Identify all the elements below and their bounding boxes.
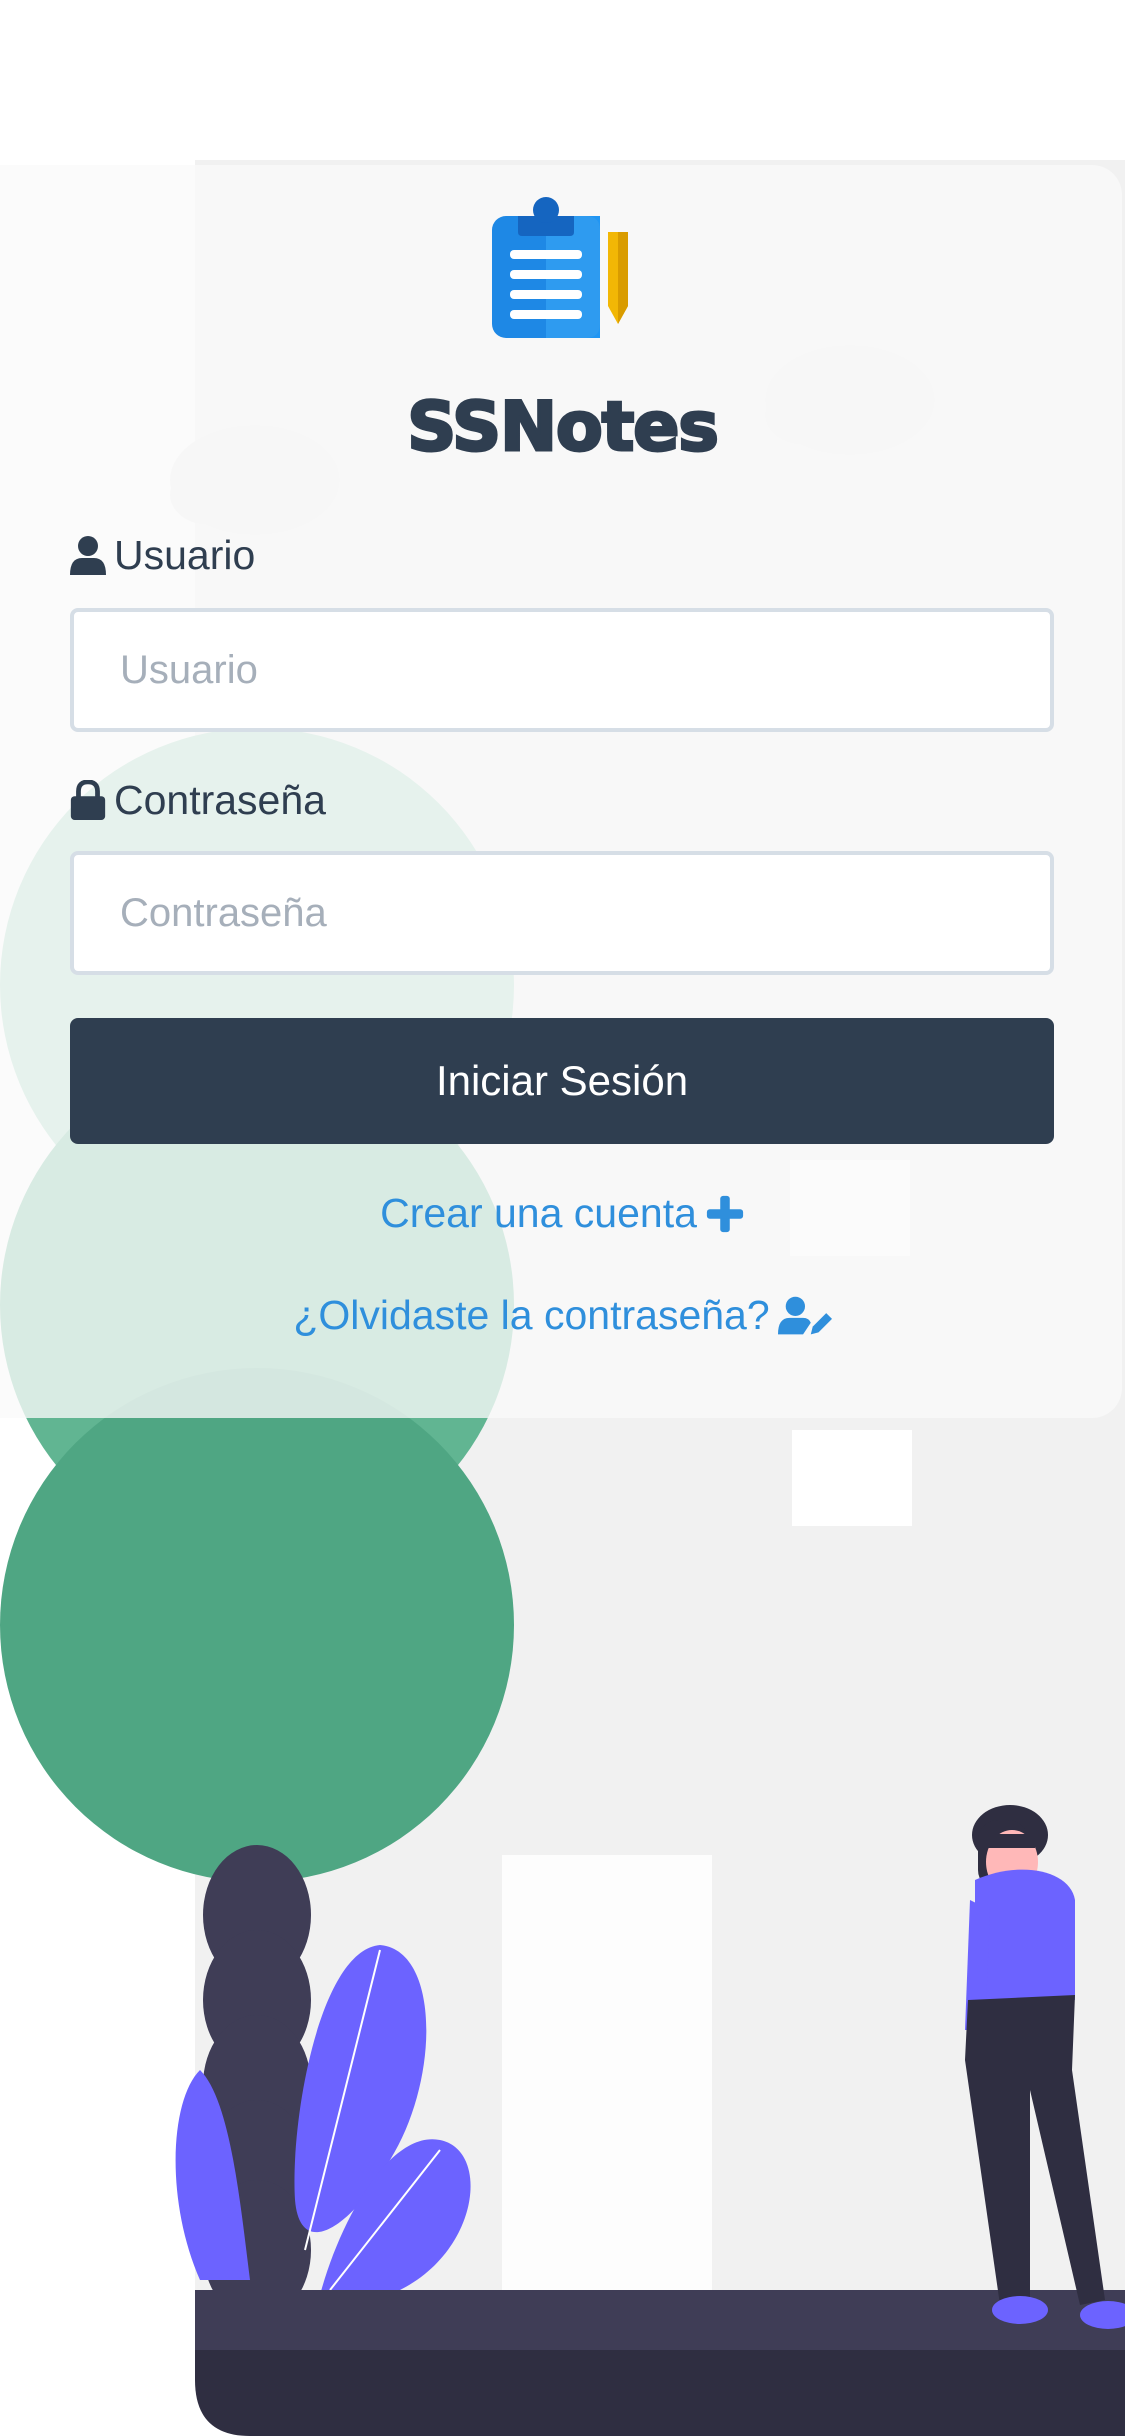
lock-icon [70, 780, 106, 820]
forgot-password-link[interactable]: ¿Olvidaste la contraseña? [0, 1292, 1125, 1339]
tree-canopy [0, 1368, 514, 1882]
user-icon [70, 536, 106, 575]
password-input[interactable] [70, 851, 1054, 975]
building-door [502, 1855, 712, 2295]
ground-platform [195, 2350, 1125, 2436]
ground-platform [195, 2290, 1125, 2350]
forgot-password-text[interactable]: ¿Olvidaste la contraseña? [293, 1292, 769, 1339]
building-window [792, 1430, 912, 1526]
username-input[interactable] [70, 608, 1054, 732]
create-account-text[interactable]: Crear una cuenta [380, 1190, 697, 1237]
clipboard-pencil-icon [492, 197, 628, 338]
username-label: Usuario [114, 531, 256, 578]
plus-icon [706, 1195, 744, 1232]
user-edit-icon [777, 1296, 832, 1334]
username-label-row: Usuario [70, 525, 255, 585]
app-title: SSNotes [406, 387, 721, 469]
login-button[interactable]: Iniciar Sesión [70, 1018, 1054, 1144]
create-account-link[interactable]: Crear una cuenta [0, 1190, 1125, 1237]
password-label: Contraseña [114, 776, 326, 823]
password-label-row: Contraseña [70, 770, 326, 830]
